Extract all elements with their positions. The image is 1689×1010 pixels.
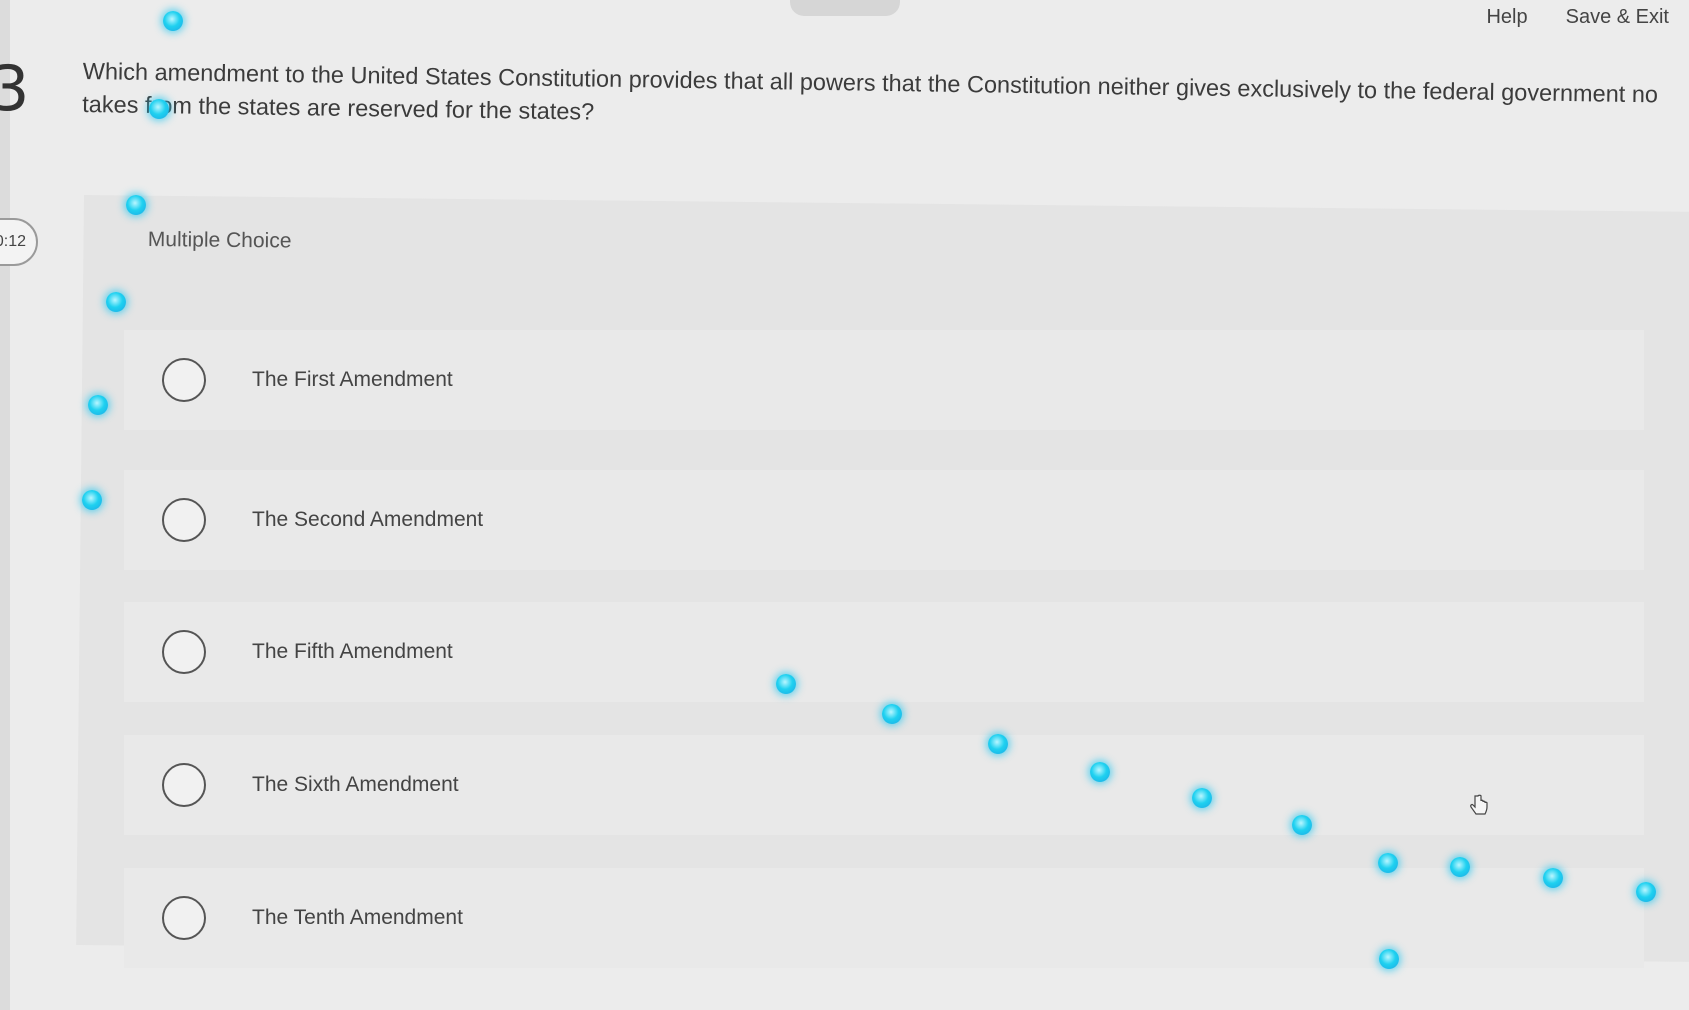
glare-dot: [882, 704, 902, 724]
question-number: 3: [0, 52, 30, 125]
glare-dot: [776, 674, 796, 694]
timer-badge: 0:12: [0, 218, 38, 266]
answer-option-tenth[interactable]: The Tenth Amendment: [124, 868, 1644, 968]
glare-dot: [149, 99, 169, 119]
glare-dot: [1450, 857, 1470, 877]
glare-dot: [82, 490, 102, 510]
glare-dot: [1292, 815, 1312, 835]
glare-dot: [1090, 762, 1110, 782]
glare-dot: [1543, 868, 1563, 888]
left-rail: [0, 0, 10, 1010]
glare-dot: [163, 11, 183, 31]
hand-pointer-icon: [1470, 794, 1488, 815]
glare-dot: [1636, 882, 1656, 902]
radio-button-icon[interactable]: [162, 498, 206, 542]
glare-dot: [88, 395, 108, 415]
answer-option-label: The First Amendment: [252, 368, 453, 391]
glare-dot: [988, 734, 1008, 754]
top-tab: [790, 0, 900, 16]
glare-dot: [106, 292, 126, 312]
answer-option-fifth[interactable]: The Fifth Amendment: [124, 602, 1644, 702]
radio-button-icon[interactable]: [162, 358, 206, 402]
answer-option-first[interactable]: The First Amendment: [124, 330, 1644, 430]
answer-option-label: The Sixth Amendment: [252, 773, 459, 796]
question-type-label: Multiple Choice: [147, 228, 292, 253]
glare-dot: [1379, 949, 1399, 969]
question-text: Which amendment to the United States Con…: [82, 57, 1659, 125]
radio-button-icon[interactable]: [162, 896, 206, 940]
answer-option-sixth[interactable]: The Sixth Amendment: [124, 735, 1644, 835]
glare-dot: [1378, 853, 1398, 873]
header-links: Help Save & Exit: [1486, 6, 1669, 29]
radio-button-icon[interactable]: [162, 630, 206, 674]
glare-dot: [1192, 788, 1212, 808]
answer-option-second[interactable]: The Second Amendment: [124, 470, 1644, 570]
answer-panel: [76, 195, 1689, 962]
save-exit-link[interactable]: Save & Exit: [1566, 6, 1669, 29]
help-link[interactable]: Help: [1486, 6, 1527, 29]
answer-option-label: The Second Amendment: [252, 508, 484, 531]
radio-button-icon[interactable]: [162, 763, 206, 807]
timer-text: 0:12: [0, 233, 26, 250]
answer-option-label: The Fifth Amendment: [252, 640, 453, 663]
answer-option-label: The Tenth Amendment: [252, 906, 463, 929]
glare-dot: [126, 195, 146, 215]
